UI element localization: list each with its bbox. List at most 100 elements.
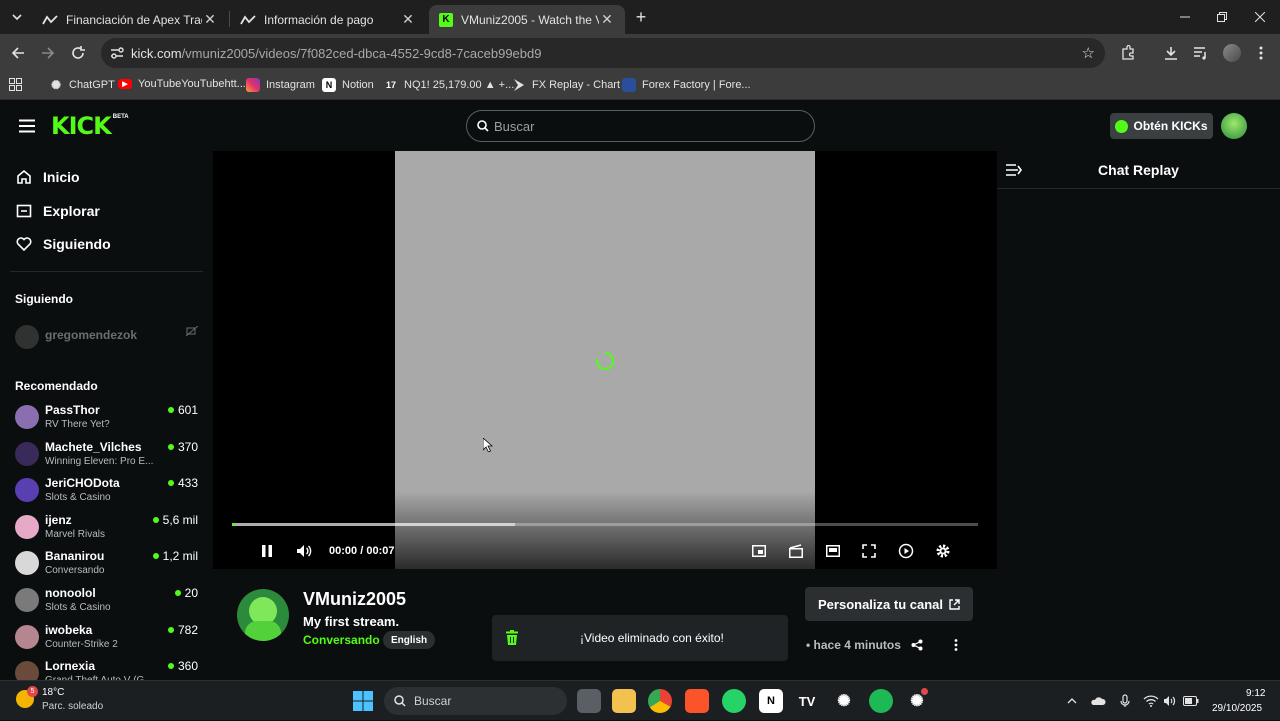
chatgpt-icon[interactable]: ✺ bbox=[832, 689, 856, 713]
current-time: 00:00 bbox=[329, 545, 358, 557]
tray-chevron-icon[interactable] bbox=[1064, 693, 1080, 709]
new-tab-button[interactable]: + bbox=[630, 6, 652, 28]
onedrive-icon[interactable] bbox=[1090, 693, 1106, 709]
offline-icon bbox=[186, 326, 198, 336]
language-badge[interactable]: English bbox=[383, 631, 436, 649]
fullscreen-icon[interactable] bbox=[859, 542, 879, 560]
clock-time[interactable]: 9:12 bbox=[1246, 688, 1265, 699]
bookmark-notion[interactable]: N Notion bbox=[322, 78, 374, 92]
brave-icon[interactable] bbox=[685, 689, 709, 713]
miniplayer-icon[interactable] bbox=[749, 542, 769, 560]
recommended-channel[interactable]: PassThor RV There Yet? 601 bbox=[15, 403, 203, 439]
chat-header: Chat Replay bbox=[997, 151, 1280, 189]
channel-name: PassThor bbox=[45, 403, 100, 417]
bookmark-star-icon[interactable]: ☆ bbox=[1082, 44, 1095, 62]
tab-search-icon[interactable] bbox=[6, 6, 28, 28]
clip-icon[interactable] bbox=[786, 542, 806, 560]
customize-channel-button[interactable]: Personaliza tu canal bbox=[805, 587, 973, 621]
chrome-icon[interactable] bbox=[648, 689, 672, 713]
video-player[interactable]: 00:00 / 00:07 bbox=[213, 151, 997, 569]
search-input[interactable]: Buscar bbox=[466, 110, 815, 142]
whatsapp-icon[interactable] bbox=[722, 689, 746, 713]
back-icon[interactable] bbox=[7, 42, 29, 64]
avatar bbox=[15, 624, 39, 649]
recommended-channel[interactable]: iwobeka Counter-Strike 2 782 bbox=[15, 623, 203, 659]
clock-date[interactable]: 29/10/2025 bbox=[1212, 703, 1262, 714]
forward-icon[interactable] bbox=[37, 42, 59, 64]
weather-widget[interactable]: 5 18°C Parc. soleado bbox=[0, 681, 110, 721]
kick-page: KICK BETA Buscar Obtén KICKs Inicio Expl… bbox=[0, 101, 1280, 686]
progress-bar[interactable] bbox=[232, 523, 978, 526]
recommended-channel[interactable]: Machete_Vilches Winning Eleven: Pro E... 3… bbox=[15, 440, 203, 476]
tab-apex-trader[interactable]: Financiación de Apex Trader - F ✕ bbox=[32, 5, 228, 34]
channel-name: JeriCHODota bbox=[45, 476, 120, 491]
bookmark-forex-factory[interactable]: Forex Factory | Fore... bbox=[622, 78, 751, 92]
minimize-icon[interactable] bbox=[1174, 6, 1196, 28]
nav-browse[interactable]: Explorar bbox=[15, 203, 100, 219]
hamburger-menu-icon[interactable] bbox=[19, 119, 35, 133]
bookmark-fx-replay[interactable]: FX Replay - Chart bbox=[512, 78, 620, 92]
spotify-icon[interactable] bbox=[869, 689, 893, 713]
windows-start-icon[interactable] bbox=[351, 689, 375, 713]
speaker-icon[interactable] bbox=[1162, 693, 1178, 709]
theater-mode-icon[interactable] bbox=[823, 542, 843, 560]
bookmark-chatgpt[interactable]: ✺ ChatGPT bbox=[49, 78, 115, 92]
extensions-icon[interactable] bbox=[1117, 42, 1139, 64]
toast-notification: ¡Video eliminado con éxito! bbox=[492, 615, 788, 661]
close-tab-icon[interactable]: ✕ bbox=[202, 11, 218, 28]
notion-icon[interactable]: N bbox=[759, 689, 783, 713]
settings-gear-icon[interactable] bbox=[933, 542, 953, 560]
channel-category: Winning Eleven: Pro E... bbox=[45, 455, 154, 467]
recommended-channel[interactable]: JeriCHODota Slots & Casino 433 bbox=[15, 476, 203, 512]
task-view-icon[interactable] bbox=[577, 689, 601, 713]
autoplay-icon[interactable] bbox=[896, 542, 916, 560]
tradingview-icon[interactable]: TV bbox=[795, 689, 819, 713]
close-tab-icon[interactable]: ✕ bbox=[599, 11, 615, 28]
close-tab-icon[interactable]: ✕ bbox=[400, 11, 416, 28]
more-options-icon[interactable] bbox=[954, 639, 958, 651]
nav-following[interactable]: Siguiendo bbox=[15, 236, 111, 252]
following-channel[interactable]: gregomendezok bbox=[15, 323, 203, 359]
nav-home[interactable]: Inicio bbox=[15, 169, 80, 185]
media-control-icon[interactable] bbox=[1190, 42, 1212, 64]
tab-payment-info[interactable]: Información de pago ✕ bbox=[230, 5, 426, 34]
close-window-icon[interactable] bbox=[1249, 6, 1271, 28]
profile-avatar-icon[interactable] bbox=[1221, 42, 1243, 64]
kick-logo[interactable]: KICK BETA bbox=[51, 113, 129, 139]
viewer-count-value: 601 bbox=[177, 403, 198, 417]
recommended-channel[interactable]: Bananirou Conversando 1,2 mil bbox=[15, 549, 203, 585]
recommended-channel[interactable]: ijenz Marvel Rivals 5,6 mil bbox=[15, 513, 203, 549]
stream-title: My first stream. bbox=[303, 614, 400, 629]
download-icon[interactable] bbox=[1160, 42, 1182, 64]
browser-menu-icon[interactable] bbox=[1250, 42, 1272, 64]
recommended-channel[interactable]: nonoolol Slots & Casino 20 bbox=[15, 586, 203, 622]
channel-category: Slots & Casino bbox=[45, 602, 111, 613]
file-explorer-icon[interactable] bbox=[612, 689, 636, 713]
avatar bbox=[15, 405, 39, 429]
apps-grid-icon[interactable] bbox=[9, 78, 22, 91]
address-bar[interactable]: kick.com/vmuniz2005/videos/7f082ced-dbca… bbox=[101, 38, 1105, 68]
channel-avatar[interactable] bbox=[237, 589, 289, 641]
volume-icon[interactable] bbox=[294, 542, 314, 560]
pause-icon[interactable] bbox=[257, 542, 277, 560]
stream-category[interactable]: Conversando bbox=[303, 633, 380, 647]
share-icon[interactable] bbox=[911, 639, 923, 651]
bookmark-nq1[interactable]: 17 NQ1! 25,179.00 ▲ +... bbox=[384, 78, 514, 92]
taskbar-search[interactable]: Buscar bbox=[384, 687, 567, 715]
restore-icon[interactable] bbox=[1211, 6, 1233, 28]
microphone-icon[interactable] bbox=[1117, 693, 1133, 709]
user-avatar[interactable] bbox=[1221, 113, 1247, 139]
tab-vmuniz-vod[interactable]: K VMuniz2005 - Watch the VOD ✕ bbox=[429, 5, 625, 34]
wifi-icon[interactable] bbox=[1143, 693, 1159, 709]
get-kicks-button[interactable]: Obtén KICKs bbox=[1110, 113, 1213, 139]
bookmark-youtube[interactable]: ▶ YouTubeYouTubehtt... bbox=[118, 78, 246, 90]
tab-favicon-icon bbox=[42, 14, 58, 24]
reload-icon[interactable] bbox=[67, 42, 89, 64]
battery-icon[interactable] bbox=[1183, 693, 1199, 709]
channel-name[interactable]: VMuniz2005 bbox=[303, 589, 406, 610]
site-info-icon[interactable] bbox=[110, 46, 124, 60]
bookmark-label: Instagram bbox=[266, 79, 315, 91]
live-dot-icon bbox=[167, 663, 174, 670]
channel-category: Slots & Casino bbox=[45, 492, 111, 504]
bookmark-instagram[interactable]: Instagram bbox=[246, 78, 315, 92]
